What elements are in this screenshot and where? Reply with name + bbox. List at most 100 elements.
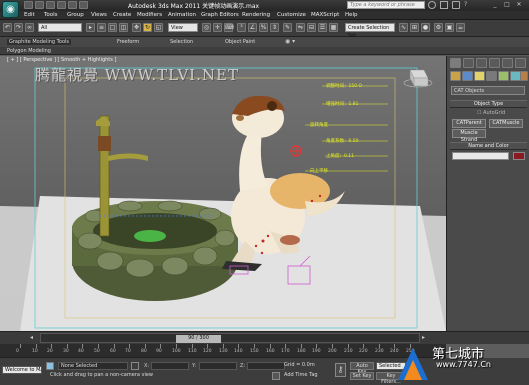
menu-modifiers[interactable]: Modifiers [137, 12, 162, 18]
mirror-icon[interactable]: ⇋ [296, 23, 305, 32]
graphite-toggle-icon[interactable]: ▦ [329, 23, 338, 32]
time-slider-prev-icon[interactable]: ◂ [30, 334, 33, 341]
menu-create[interactable]: Create [113, 12, 131, 18]
object-name-input[interactable] [452, 152, 509, 160]
link-icon[interactable]: ∞ [25, 23, 34, 32]
select-manipulate-icon[interactable]: ✛ [213, 23, 222, 32]
menu-views[interactable]: Views [91, 12, 107, 18]
application-menu-button[interactable]: ◉ [2, 1, 19, 18]
reference-coordinate-dropdown[interactable]: View [168, 23, 198, 32]
add-time-tag[interactable]: Add Time Tag [282, 372, 332, 380]
z-coordinate-field[interactable] [247, 362, 285, 370]
infocenter-icon[interactable] [428, 1, 436, 9]
menu-animation[interactable]: Animation [168, 12, 196, 18]
key-icon[interactable]: ⚷ [335, 363, 346, 377]
new-file-icon[interactable] [24, 1, 33, 9]
project-folder-icon[interactable] [79, 1, 88, 9]
tab-freeform[interactable]: Freeform [117, 39, 139, 45]
y-coordinate-field[interactable] [199, 362, 237, 370]
curve-editor-icon[interactable]: ∿ [399, 23, 408, 32]
menu-tools[interactable]: Tools [44, 12, 58, 18]
pivot-center-icon[interactable]: ◎ [202, 23, 211, 32]
geometry-icon[interactable] [450, 71, 461, 81]
select-object-icon[interactable]: ▸ [86, 23, 95, 32]
set-key-button[interactable]: Set Key [350, 372, 374, 380]
selection-region-icon[interactable]: □ [108, 23, 117, 32]
close-button[interactable]: ✕ [514, 1, 524, 9]
tab-selection[interactable]: Selection [170, 39, 193, 45]
tab-graphite-modeling-tools[interactable]: Graphite Modeling Tools [7, 39, 72, 45]
catmuscle-button[interactable]: CATMuscle [489, 119, 523, 128]
edit-named-selection-icon[interactable]: ✎ [283, 23, 292, 32]
hierarchy-tab-icon[interactable] [476, 58, 487, 68]
save-file-icon[interactable] [46, 1, 55, 9]
rollout-name-and-color[interactable]: Name and Color [450, 142, 527, 150]
menu-edit[interactable]: Edit [24, 12, 35, 18]
menu-customize[interactable]: Customize [277, 12, 306, 18]
catparent-button[interactable]: CATParent [452, 119, 486, 128]
window-crossing-icon[interactable]: ◫ [119, 23, 128, 32]
maxscript-listener-field[interactable]: Welcome to MAX [2, 366, 42, 374]
align-icon[interactable]: ⊟ [307, 23, 316, 32]
minimize-button[interactable]: _ [490, 1, 500, 9]
x-coordinate-field[interactable] [151, 362, 189, 370]
menu-graph-editors[interactable]: Graph Editors [201, 12, 239, 18]
help-icon[interactable]: ? [464, 1, 467, 8]
snap-toggle-icon[interactable]: ³ [237, 23, 246, 32]
redo-toolbar-icon[interactable]: ↷ [14, 23, 23, 32]
communication-center-icon[interactable] [452, 1, 460, 9]
helpers-icon[interactable] [498, 71, 509, 81]
search-input[interactable]: Type a keyword or phrase [347, 1, 425, 9]
keyboard-shortcut-icon[interactable]: ⌨ [224, 23, 234, 32]
layer-manager-icon[interactable]: ☰ [318, 23, 327, 32]
muscle-strand-button[interactable]: Muscle Strand [452, 129, 486, 143]
rollout-object-type[interactable]: Object Type [450, 100, 527, 108]
menu-maxscript[interactable]: MAXScript [311, 12, 339, 18]
create-tab-icon[interactable] [450, 58, 461, 68]
schematic-view-icon[interactable]: ⊞ [410, 23, 419, 32]
menu-help[interactable]: Help [345, 12, 358, 18]
spinner-snap-icon[interactable]: ⇕ [270, 23, 279, 32]
move-icon[interactable]: ✥ [132, 23, 141, 32]
angle-snap-icon[interactable]: ∠ [248, 23, 257, 32]
redo-icon[interactable] [68, 1, 77, 9]
undo-icon[interactable] [57, 1, 66, 9]
rotate-icon[interactable]: ↻ [143, 23, 152, 32]
open-file-icon[interactable] [35, 1, 44, 9]
systems-icon[interactable] [520, 71, 528, 81]
percent-snap-icon[interactable]: % [259, 23, 268, 32]
named-selection-sets-dropdown[interactable]: Create Selection Set [345, 23, 395, 39]
display-tab-icon[interactable] [502, 58, 513, 68]
menu-group[interactable]: Group [67, 12, 84, 18]
track-bar[interactable]: 0 10 20 30 40 50 60 70 80 90 100 110 120 130 140 150 160… [0, 344, 446, 358]
scale-icon[interactable]: ◱ [154, 23, 163, 32]
autogrid-checkbox[interactable]: ☐ AutoGrid [477, 110, 505, 116]
time-slider-thumb[interactable]: 90 / 300 [176, 335, 221, 343]
cameras-icon[interactable] [486, 71, 497, 81]
category-dropdown[interactable]: CAT Objects [451, 86, 525, 95]
render-setup-icon[interactable]: ⚙ [434, 23, 443, 32]
motion-tab-icon[interactable] [489, 58, 500, 68]
tab-object-paint[interactable]: Object Paint [225, 39, 255, 45]
maximize-button[interactable]: □ [502, 1, 512, 9]
material-editor-icon[interactable]: ● [421, 23, 430, 32]
subscription-icon[interactable] [440, 1, 448, 9]
lights-icon[interactable] [474, 71, 485, 81]
object-color-swatch[interactable] [513, 152, 525, 160]
selection-lock-icon[interactable] [131, 362, 139, 370]
auto-key-button[interactable]: Auto Key [350, 362, 374, 375]
time-slider[interactable]: 90 / 300 [40, 333, 420, 343]
ribbon-options-icon[interactable]: ◉ ▾ [285, 38, 295, 45]
time-slider-next-icon[interactable]: ▸ [422, 334, 425, 341]
selection-filter-dropdown[interactable]: All [38, 23, 82, 32]
rendered-frame-icon[interactable]: ▣ [445, 23, 454, 32]
render-production-icon[interactable]: ☕ [456, 23, 465, 32]
utilities-tab-icon[interactable] [515, 58, 526, 68]
shapes-icon[interactable] [462, 71, 473, 81]
ribbon-subtab-polygon-modeling[interactable]: Polygon Modeling [7, 48, 51, 54]
perspective-viewport[interactable]: [ + ] [ Perspective ] [ Smooth + Highlig… [0, 56, 446, 331]
modify-tab-icon[interactable] [463, 58, 474, 68]
select-by-name-icon[interactable]: ≡ [97, 23, 106, 32]
menu-rendering[interactable]: Rendering [242, 12, 270, 18]
undo-toolbar-icon[interactable]: ↶ [3, 23, 12, 32]
